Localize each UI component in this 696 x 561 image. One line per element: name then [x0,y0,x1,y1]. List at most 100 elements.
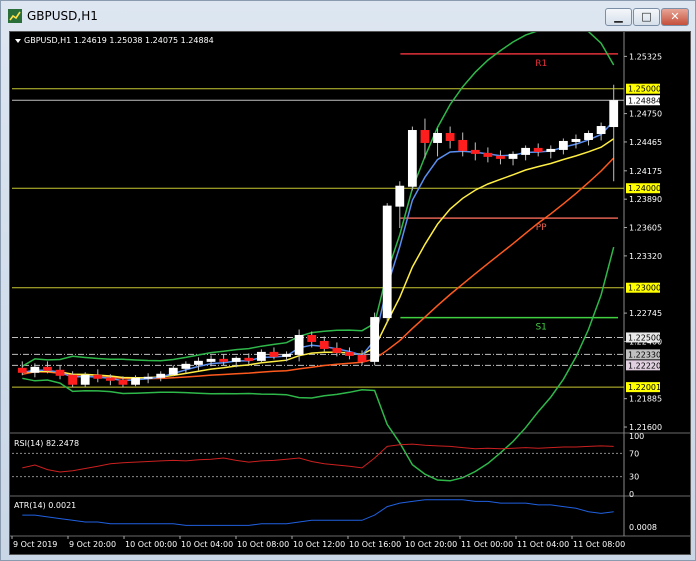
candle-body [68,374,78,385]
price-header: GBPUSD,H1 1.24619 1.25038 1.24075 1.2488… [24,36,214,45]
candle-body [256,351,266,361]
candle-body [433,133,442,143]
candle-body [533,147,543,152]
candle-body [483,152,493,157]
time-tick-label: 10 Oct 04:00 [181,540,233,549]
bollinger-lower-line [22,246,615,482]
candle-body [458,139,468,151]
price-label-text: 1.22220 [628,361,661,370]
time-tick-label: 10 Oct 00:00 [125,540,177,549]
candle-body [143,376,153,379]
price-label-text: 1.24000 [628,184,661,193]
price-tick-label: 1.21885 [629,395,662,404]
bollinger-upper-line [21,23,615,367]
candle-body [345,351,354,356]
rsi-tick-label: 100 [629,432,644,441]
candle-body [571,138,581,142]
candle-body [17,367,27,373]
ema-slow-line [22,138,615,379]
chart-canvas[interactable]: GBPUSD,H1 1.24619 1.25038 1.24075 1.2488… [10,23,690,554]
minimize-button[interactable]: ▁ [605,8,632,26]
candle-body [168,367,178,375]
title-bar[interactable]: GBPUSD,H1 ▁ □ ✕ [1,1,695,31]
candle-body [131,377,140,385]
price-label-text: 1.22001 [628,383,661,392]
price-label-text: 1.22330 [628,350,661,359]
candle-body [319,340,329,349]
candle-body [332,347,342,353]
candle-body [395,185,405,207]
time-tick-label: 9 Oct 20:00 [69,540,116,549]
price-tick-label: 1.25325 [629,52,662,61]
candle-body [105,377,115,381]
rsi-tick-label: 70 [629,449,639,458]
candle-body [521,147,531,155]
pivot-level-label: S1 [535,323,546,333]
candle-body [93,374,103,379]
candle-body [30,366,40,373]
price-label-text: 1.22500 [628,333,661,342]
candle-body [609,100,619,128]
chart-window: GBPUSD,H1 ▁ □ ✕ GBPUSD,H1 1.24619 1.2503… [0,0,696,561]
time-tick-label: 10 Oct 08:00 [237,540,289,549]
time-tick-label: 10 Oct 12:00 [293,540,345,549]
candle-body [206,358,216,362]
window-title: GBPUSD,H1 [27,9,98,23]
time-tick-label: 10 Oct 20:00 [405,540,457,549]
time-tick-label: 11 Oct 04:00 [517,540,569,549]
time-tick-label: 10 Oct 16:00 [349,540,401,549]
price-label-text: 1.24884 [628,96,661,105]
rsi-tick-label: 0 [629,490,634,499]
price-label-text: 1.25000 [628,85,661,94]
candle-body [370,317,380,362]
candle-body [470,149,480,154]
chart-app-icon [8,9,22,23]
price-label-text: 1.23000 [628,284,661,293]
candle-body [584,133,593,140]
price-tick-label: 1.23320 [629,252,662,261]
candle-body [181,363,191,369]
candle-body [269,351,279,357]
candle-body [231,357,241,362]
candle-body [508,153,518,159]
candle-body [219,358,229,362]
price-tick-label: 1.23890 [629,195,662,204]
candle-body [55,369,65,376]
candle-body [382,205,392,319]
atr-line [22,499,614,526]
close-button[interactable]: ✕ [661,8,689,26]
rsi-tick-label: 30 [629,473,639,482]
atr-header: ATR(14) 0.0021 [14,501,76,510]
time-tick-label: 9 Oct 2019 [13,540,57,549]
candle-body [546,148,556,152]
price-tick-label: 1.21600 [629,423,662,432]
price-tick-label: 1.24465 [629,138,662,147]
time-tick-label: 11 Oct 08:00 [573,540,625,549]
candle-body [596,126,606,135]
candle-body [445,133,455,141]
candle-body [420,130,430,143]
price-tick-label: 1.24175 [629,167,662,176]
candle-body [118,379,128,385]
price-tick-label: 1.22745 [629,309,662,318]
candle-body [496,155,505,159]
price-tick-label: 1.23605 [629,224,662,233]
maximize-button[interactable]: □ [633,8,660,26]
collapse-triangle-icon [15,39,21,43]
candle-body [194,360,203,365]
pivot-level-label: R1 [535,59,547,69]
ema-fast-line [22,120,615,382]
chart-area[interactable]: GBPUSD,H1 1.24619 1.25038 1.24075 1.2488… [9,23,691,555]
candle-body [80,374,90,385]
candle-body [294,334,304,355]
candle-body [282,353,291,357]
candle-body [407,130,417,187]
candle-body [558,140,568,150]
price-tick-label: 1.24750 [629,110,662,119]
candle-body [357,354,367,362]
rsi-header: RSI(14) 82.2478 [14,439,79,448]
atr-tick-label: 0.0008 [629,523,657,532]
time-tick-label: 11 Oct 00:00 [461,540,513,549]
candle-body [156,373,166,378]
candle-body [307,334,317,342]
